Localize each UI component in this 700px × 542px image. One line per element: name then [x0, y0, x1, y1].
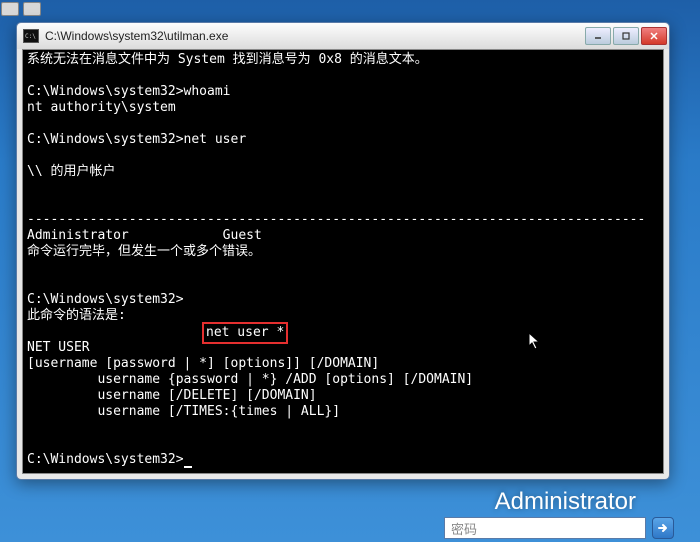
console-line: nt authority\system	[27, 100, 176, 115]
console-line: username [/TIMES:{times | ALL}]	[27, 404, 340, 419]
command-prompt-window: C:\Windows\system32\utilman.exe 系统无法在消息文…	[16, 22, 670, 480]
close-button[interactable]	[641, 27, 667, 45]
password-input[interactable]: 密码	[444, 517, 646, 539]
window-controls	[585, 27, 667, 45]
console-hr: ----------------------------------------…	[27, 212, 645, 227]
password-placeholder: 密码	[451, 519, 477, 538]
console-line: 命令运行完毕，但发生一个或多个错误。	[27, 244, 261, 259]
taskbar-fragment	[1, 2, 41, 16]
console-prompt: C:\Windows\system32>	[27, 452, 184, 467]
console-line: C:\Windows\system32>whoami	[27, 84, 231, 99]
username-label: Administrator	[495, 488, 636, 516]
window-titlebar[interactable]: C:\Windows\system32\utilman.exe	[17, 23, 669, 49]
console-line: \\ 的用户帐户	[27, 164, 115, 179]
login-submit-button[interactable]	[652, 517, 674, 539]
login-row: 密码	[444, 517, 674, 539]
console-line: username [/DELETE] [/DOMAIN]	[27, 388, 317, 403]
cmd-icon	[23, 29, 39, 43]
console-line: 系统无法在消息文件中为 System 找到消息号为 0x8 的消息文本。	[27, 52, 428, 67]
window-title: C:\Windows\system32\utilman.exe	[45, 29, 585, 43]
arrow-right-icon	[656, 521, 670, 535]
console-line: [username [password | *] [options]] [/DO…	[27, 356, 379, 371]
console-line: C:\Windows\system32>net user	[27, 132, 246, 147]
taskbar-button-2[interactable]	[23, 2, 41, 16]
console-line: username {password | *} /ADD [options] […	[27, 372, 473, 387]
console-line: Administrator Guest	[27, 228, 262, 243]
minimize-button[interactable]	[585, 27, 611, 45]
console-cursor	[184, 466, 192, 468]
highlighted-command: net user *	[202, 322, 288, 344]
maximize-button[interactable]	[613, 27, 639, 45]
console-line: 此命令的语法是:	[27, 308, 126, 323]
console-output[interactable]: 系统无法在消息文件中为 System 找到消息号为 0x8 的消息文本。 C:\…	[22, 49, 664, 474]
console-prompt: C:\Windows\system32>	[27, 292, 184, 307]
console-line: NET USER	[27, 340, 90, 355]
taskbar-button-1[interactable]	[1, 2, 19, 16]
